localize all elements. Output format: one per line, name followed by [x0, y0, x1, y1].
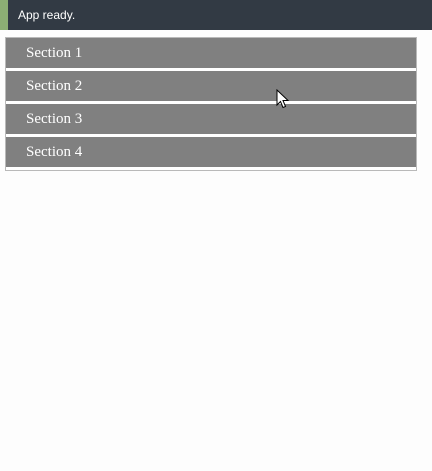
section-3-label: Section 3 [26, 111, 83, 127]
accordion: Section 1 Section 2 Section 3 Section 4 [5, 37, 417, 171]
accordion-section-4-header[interactable]: Section 4 [6, 137, 416, 167]
mouse-pointer-icon [276, 89, 290, 109]
section-2-label: Section 2 [26, 78, 83, 94]
status-message: App ready. [18, 8, 76, 22]
accordion-section-3-header[interactable]: Section 3 [6, 104, 416, 134]
status-accent-stripe [0, 0, 8, 30]
accordion-section-1-header[interactable]: Section 1 [6, 38, 416, 68]
status-bar: App ready. [0, 0, 432, 30]
section-4-label: Section 4 [26, 144, 83, 160]
section-1-label: Section 1 [26, 45, 83, 61]
accordion-section-2-header[interactable]: Section 2 [6, 71, 416, 101]
